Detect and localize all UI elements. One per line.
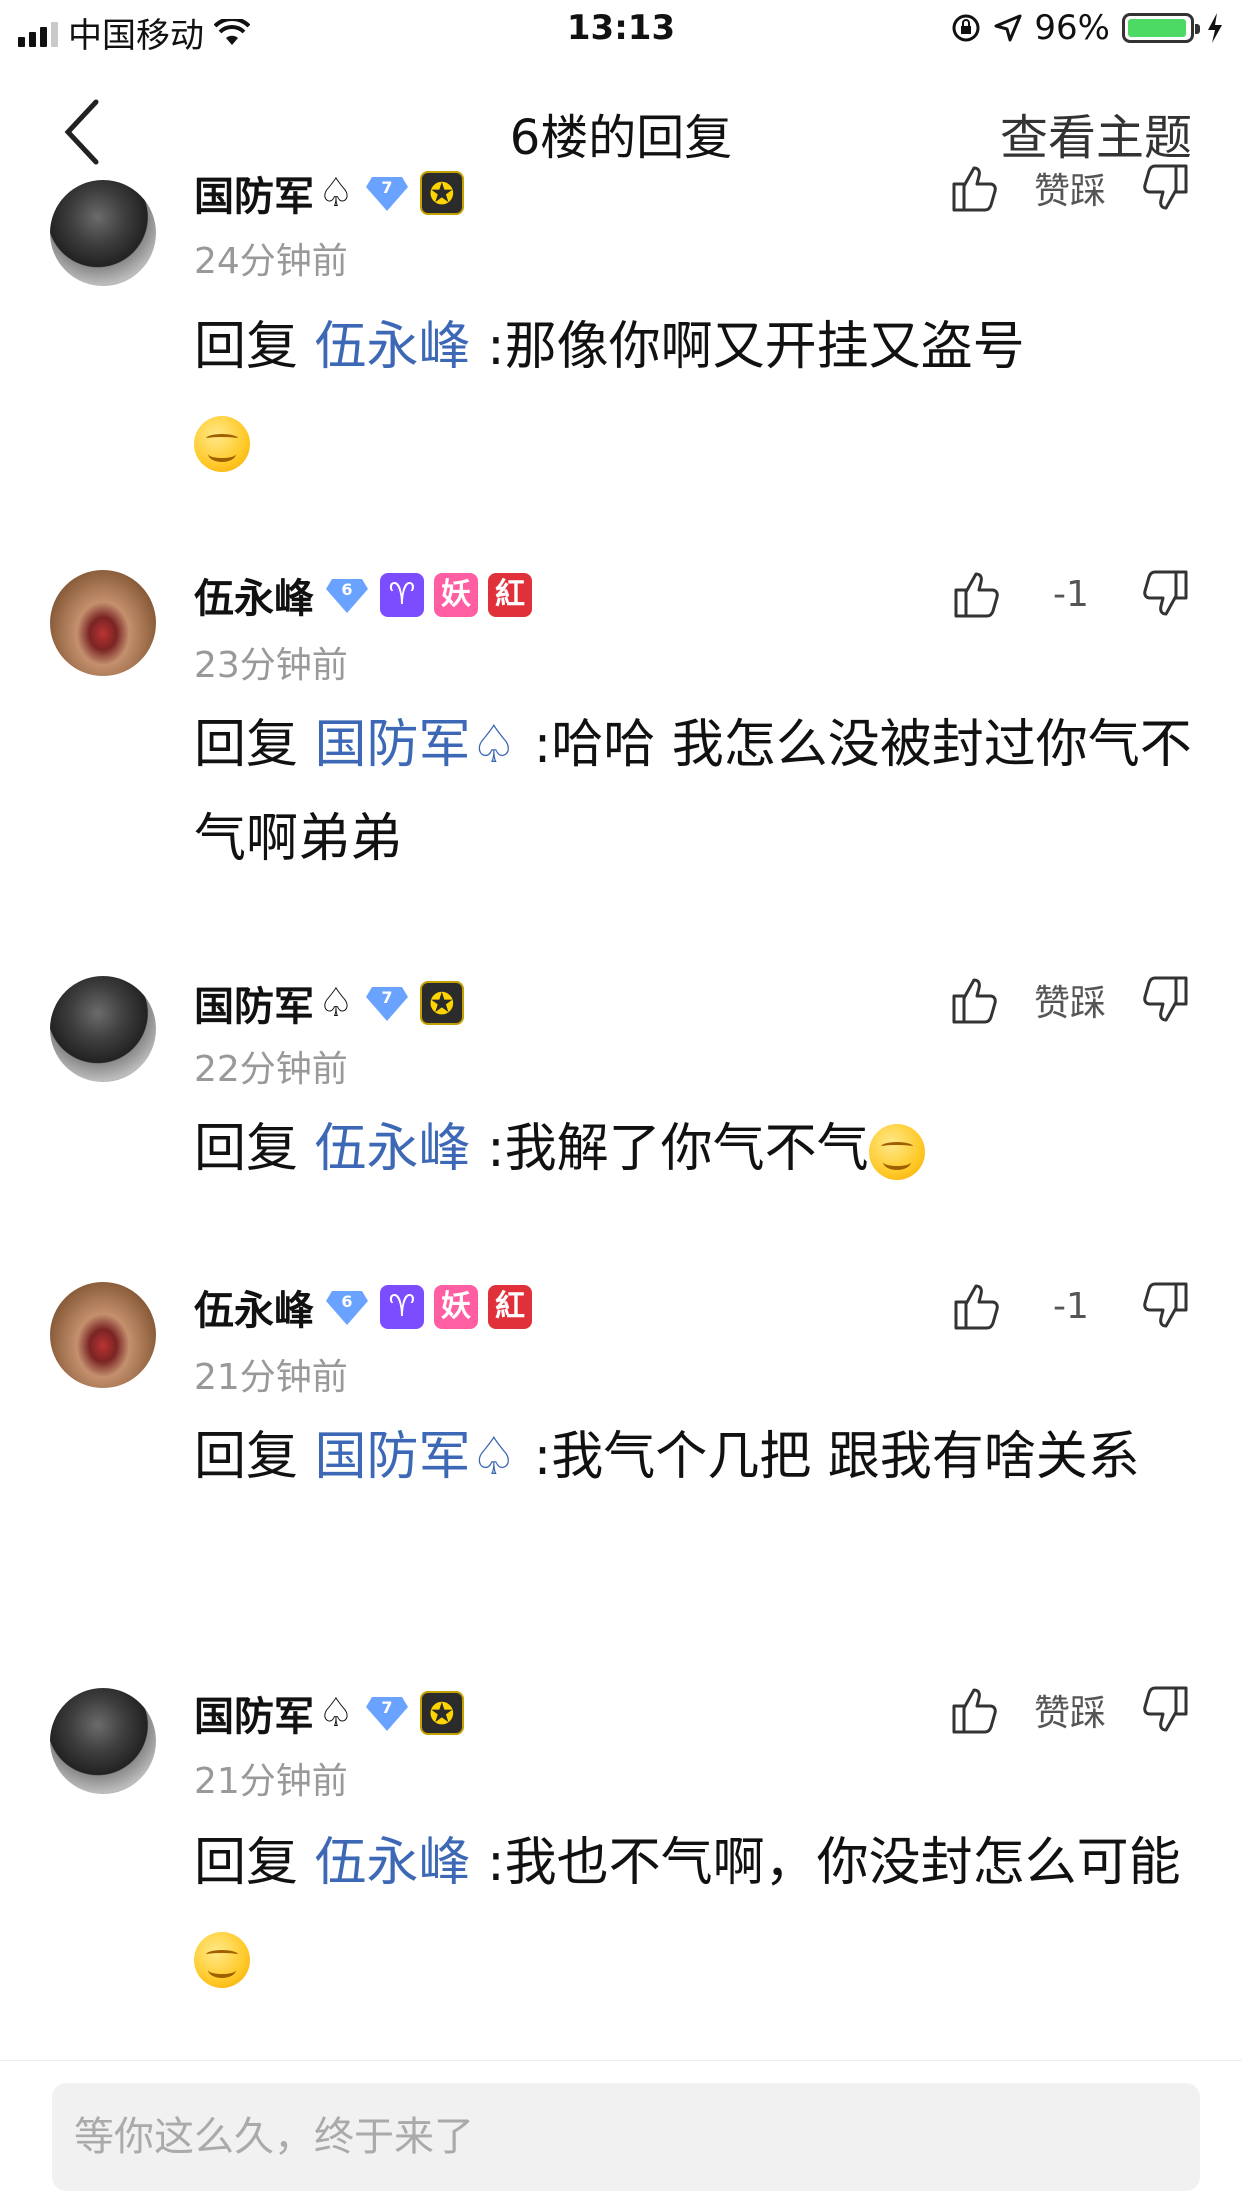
username-row: 国防军 ♤ 7 ✪ — [194, 1684, 464, 1742]
thumbs-up-icon[interactable] — [950, 1280, 1002, 1332]
reply-input[interactable]: 等你这么久，终于来了 — [52, 2083, 1200, 2191]
location-icon — [994, 14, 1022, 42]
star-badge-icon: ✪ — [419, 171, 464, 215]
hong-badge-icon: 紅 — [488, 1285, 532, 1329]
level-diamond-icon: 7 — [364, 983, 410, 1023]
username[interactable]: 国防军 — [194, 974, 314, 1032]
vote-count: -1 — [1053, 1285, 1089, 1327]
comment-time: 23分钟前 — [194, 645, 348, 686]
spade-icon: ♤ — [318, 980, 354, 1026]
username[interactable]: 国防军 — [194, 164, 314, 222]
yao-badge-icon: 妖 — [434, 1285, 478, 1329]
smile-emoji-icon — [194, 416, 250, 472]
vote-actions: 赞踩 — [948, 162, 1192, 214]
avatar[interactable] — [50, 976, 156, 1082]
reply-to-user[interactable]: 国防军 — [315, 715, 471, 775]
reply-prefix: 回复 — [194, 1427, 315, 1487]
comment-time: 21分钟前 — [194, 1761, 348, 1802]
thumbs-down-icon[interactable] — [1140, 568, 1192, 620]
reply-to-user[interactable]: 伍永峰 — [315, 1833, 471, 1893]
vote-count: -1 — [1053, 573, 1089, 615]
avatar[interactable] — [50, 180, 156, 286]
smile-emoji-icon — [194, 1932, 250, 1988]
vote-count: 赞踩 — [1033, 983, 1106, 1024]
spade-icon: ♤ — [318, 170, 354, 216]
spade-icon: ♤ — [470, 715, 518, 775]
vote-actions: -1 — [950, 1280, 1192, 1332]
comment-time: 21分钟前 — [194, 1357, 348, 1398]
reply-prefix: 回复 — [194, 715, 315, 775]
username[interactable]: 国防军 — [194, 1684, 314, 1742]
reply-input-bar: 等你这么久，终于来了 — [0, 2060, 1242, 2209]
battery-percent: 96% — [1034, 8, 1110, 48]
avatar[interactable] — [50, 570, 156, 676]
thumbs-up-icon[interactable] — [948, 974, 1000, 1026]
thumbs-down-icon[interactable] — [1140, 1280, 1192, 1332]
yao-badge-icon: 妖 — [434, 573, 478, 617]
svg-text:6: 6 — [341, 1292, 352, 1311]
comment-text: :那像你啊又开挂又盗号 — [470, 317, 1025, 377]
avatar[interactable] — [50, 1282, 156, 1388]
status-bar: 中国移动 13:13 96% — [0, 0, 1242, 60]
thumbs-down-icon[interactable] — [1140, 974, 1192, 1026]
level-diamond-icon: 6 — [324, 575, 370, 615]
comment-body: 回复 国防军♤ :我气个几把 跟我有啥关系 — [194, 1410, 1194, 1504]
username-row: 国防军 ♤ 7 ✪ — [194, 974, 464, 1032]
comment-text: :我解了你气不气 — [470, 1119, 869, 1179]
comment-body: 回复 伍永峰 :我也不气啊，你没封怎么可能 — [194, 1816, 1194, 2004]
thumbs-up-icon[interactable] — [950, 568, 1002, 620]
star-badge-icon: ✪ — [419, 981, 464, 1025]
reply-prefix: 回复 — [194, 1833, 315, 1893]
view-topic-button[interactable]: 查看主题 — [1000, 98, 1192, 168]
comment-body: 回复 伍永峰 :那像你啊又开挂又盗号 — [194, 300, 1194, 488]
vote-count: 赞踩 — [1033, 171, 1106, 212]
aries-badge-icon: ♈ — [380, 1285, 424, 1329]
username[interactable]: 伍永峰 — [194, 566, 314, 624]
svg-text:7: 7 — [381, 1698, 392, 1717]
comment-body: 回复 国防军♤ :哈哈 我怎么没被封过你气不气啊弟弟 — [194, 698, 1194, 886]
username-row: 伍永峰 6 ♈ 妖 紅 — [194, 566, 532, 624]
level-diamond-icon: 7 — [364, 173, 410, 213]
comment-time: 24分钟前 — [194, 241, 348, 282]
thumbs-down-icon[interactable] — [1140, 162, 1192, 214]
charging-icon — [1208, 13, 1222, 43]
avatar[interactable] — [50, 1688, 156, 1794]
vote-actions: -1 — [950, 568, 1192, 620]
reply-to-user[interactable]: 国防军 — [315, 1427, 471, 1487]
orientation-lock-icon — [952, 14, 980, 42]
thumbs-up-icon[interactable] — [948, 1684, 1000, 1736]
comment-time: 22分钟前 — [194, 1049, 348, 1090]
username[interactable]: 伍永峰 — [194, 1278, 314, 1336]
vote-actions: 赞踩 — [948, 1684, 1192, 1736]
spade-icon: ♤ — [318, 1690, 354, 1736]
level-diamond-icon: 6 — [324, 1287, 370, 1327]
comment-body: 回复 伍永峰 :我解了你气不气 — [194, 1102, 1194, 1196]
vote-count: 赞踩 — [1033, 1693, 1106, 1734]
aries-badge-icon: ♈ — [380, 573, 424, 617]
svg-text:7: 7 — [381, 988, 392, 1007]
username-row: 伍永峰 6 ♈ 妖 紅 — [194, 1278, 532, 1336]
hong-badge-icon: 紅 — [488, 573, 532, 617]
battery-icon — [1122, 13, 1200, 43]
level-diamond-icon: 7 — [364, 1693, 410, 1733]
vote-actions: 赞踩 — [948, 974, 1192, 1026]
comment-text: :我也不气啊，你没封怎么可能 — [470, 1833, 1181, 1893]
comment-text: :我气个几把 跟我有啥关系 — [517, 1427, 1140, 1487]
reply-to-user[interactable]: 伍永峰 — [315, 317, 471, 377]
star-badge-icon: ✪ — [419, 1691, 464, 1735]
smile-emoji-icon — [868, 1124, 925, 1180]
reply-prefix: 回复 — [194, 317, 315, 377]
spade-icon: ♤ — [470, 1427, 518, 1487]
username-row: 国防军 ♤ 7 ✪ — [194, 164, 464, 222]
status-right: 96% — [950, 8, 1224, 48]
reply-to-user[interactable]: 伍永峰 — [315, 1119, 471, 1179]
reply-prefix: 回复 — [194, 1119, 315, 1179]
thumbs-down-icon[interactable] — [1140, 1684, 1192, 1736]
thumbs-up-icon[interactable] — [948, 162, 1000, 214]
svg-text:6: 6 — [341, 580, 352, 599]
svg-text:7: 7 — [381, 178, 392, 197]
